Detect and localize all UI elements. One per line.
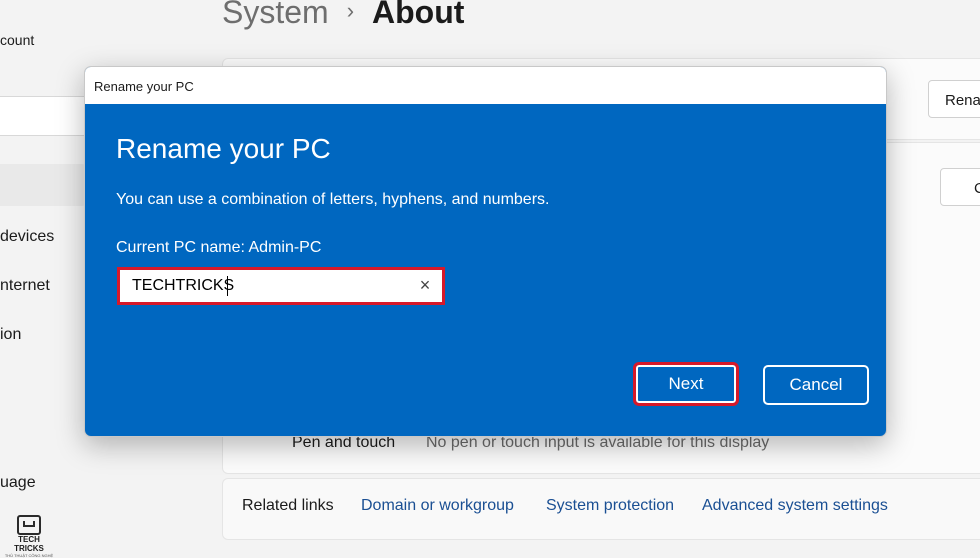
sidebar-item-personalization[interactable]: ion [0,326,21,344]
next-button[interactable]: Next [633,362,739,406]
dialog-window-title: Rename your PC [94,79,194,94]
sidebar-item-time-language[interactable]: uage [0,474,36,492]
text-caret [227,276,228,296]
dialog-titlebar[interactable]: Rename your PC [85,67,886,104]
monitor-logo-icon [17,515,41,535]
link-advanced-system-settings[interactable]: Advanced system settings [702,497,888,515]
dialog-description: You can use a combination of letters, hy… [116,191,550,208]
new-pc-name-input[interactable] [120,270,410,302]
copy-button[interactable]: C [940,168,980,206]
sidebar-search-box[interactable] [0,96,96,136]
sidebar-account-label[interactable]: count [0,32,34,48]
rename-pc-dialog: Rename your PC Rename your PC You can us… [84,66,887,437]
rename-pc-button[interactable]: Rena [928,80,980,118]
watermark-logo: TECH TRICKS THỦ THUẬT CÔNG NGHỆ [3,515,55,558]
current-pc-name: Current PC name: Admin-PC [116,239,322,256]
page-title: About [372,0,465,30]
sidebar-item-bluetooth-devices[interactable]: devices [0,228,54,246]
dialog-heading: Rename your PC [116,133,331,164]
new-pc-name-field[interactable]: × [117,267,445,305]
watermark-title: TECH TRICKS [14,535,44,553]
clear-icon[interactable]: × [414,274,436,296]
related-links-label: Related links [242,497,334,514]
link-domain-or-workgroup[interactable]: Domain or workgroup [361,497,514,515]
breadcrumb-chevron-icon: › [346,0,355,23]
sidebar-item-network-internet[interactable]: nternet [0,277,50,295]
breadcrumb: System › About [222,0,464,31]
link-system-protection[interactable]: System protection [546,497,674,515]
cancel-button[interactable]: Cancel [763,365,869,405]
watermark-subtitle: THỦ THUẬT CÔNG NGHỆ [4,553,54,558]
breadcrumb-parent[interactable]: System [222,0,329,30]
sidebar-item-system-selected[interactable] [0,164,86,206]
